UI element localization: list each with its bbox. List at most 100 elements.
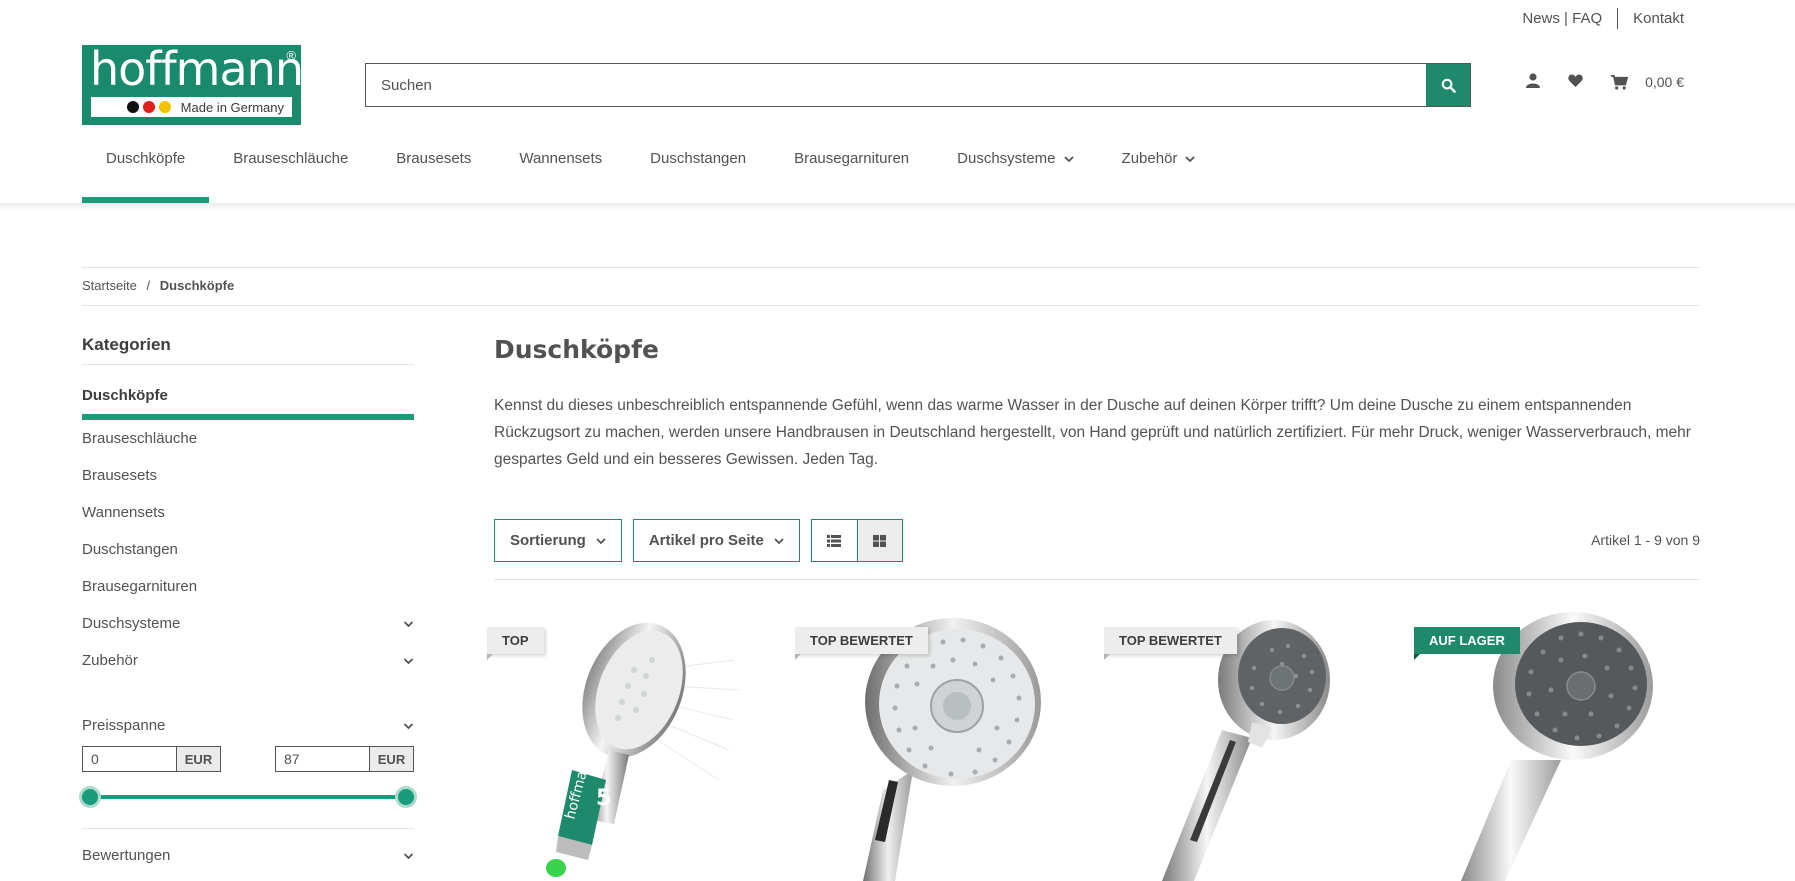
nav-item-brausegarnituren[interactable]: Brausegarnituren xyxy=(770,150,933,203)
ratings-filter-title: Bewertungen xyxy=(82,847,171,864)
nav-item-label: Brausesets xyxy=(396,150,472,167)
user-icon xyxy=(1526,73,1541,88)
product-badge: AUF LAGER xyxy=(1414,627,1520,654)
page-title: Duschköpfe xyxy=(494,335,659,364)
product-badge: TOP xyxy=(487,627,544,654)
wishlist-button[interactable] xyxy=(1568,74,1583,90)
chevron-down-icon xyxy=(596,537,606,544)
search-button[interactable] xyxy=(1426,64,1470,106)
main-content: Duschköpfe xyxy=(494,335,1700,364)
product-toolbar: Sortierung Artikel pro Seite xyxy=(494,519,903,562)
sidebar-item-duschstangen[interactable]: Duschstangen xyxy=(82,531,414,568)
grid-icon xyxy=(873,534,887,547)
nav-item-wannensets[interactable]: Wannensets xyxy=(495,150,626,203)
price-range-slider[interactable] xyxy=(82,788,414,806)
sidebar-item-brauseschlaeuche[interactable]: Brauseschläuche xyxy=(82,420,414,457)
svg-text:5: 5 xyxy=(596,786,611,811)
cart-button[interactable]: 0,00 € xyxy=(1611,74,1684,90)
nav-item-brauseschlaeuche[interactable]: Brauseschläuche xyxy=(209,150,372,203)
divider xyxy=(82,267,1700,268)
chevron-down-icon xyxy=(774,537,784,544)
sidebar-item-duschsysteme[interactable]: Duschsysteme xyxy=(82,605,414,642)
red-dot xyxy=(142,101,155,113)
nav-item-label: Brauseschläuche xyxy=(233,150,349,167)
german-flag-dots xyxy=(126,101,171,113)
slider-handle-max[interactable] xyxy=(398,789,414,805)
sidebar-item-duschkoepfe[interactable]: Duschköpfe xyxy=(82,376,414,420)
price-inputs: 0 EUR 87 EUR xyxy=(82,746,414,772)
price-filter-header[interactable]: Preisspanne xyxy=(82,717,414,734)
sidebar-item-brausesets[interactable]: Brausesets xyxy=(82,457,414,494)
search-icon xyxy=(1441,78,1456,93)
news-faq-link[interactable]: News | FAQ xyxy=(1522,10,1602,27)
product-badge: TOP BEWERTET xyxy=(1104,627,1237,654)
nav-item-label: Brausegarnituren xyxy=(794,150,910,167)
nav-item-duschkoepfe[interactable]: Duschköpfe xyxy=(82,150,210,203)
hoffmann-logo[interactable]: hoffmann ® Made in Germany xyxy=(82,42,304,125)
nav-item-brausesets[interactable]: Brausesets xyxy=(372,150,495,203)
sidebar-item-label: Duschköpfe xyxy=(82,386,168,404)
chevron-down-icon xyxy=(403,852,414,859)
cart-total: 0,00 € xyxy=(1645,74,1684,90)
price-max-value[interactable]: 87 xyxy=(276,747,369,771)
chevron-down-icon[interactable] xyxy=(403,619,414,629)
chevron-down-icon xyxy=(403,722,414,729)
chevron-down-icon[interactable] xyxy=(403,656,414,666)
slider-handle-min[interactable] xyxy=(82,789,98,805)
divider xyxy=(82,305,1700,306)
sidebar-item-label: Brausegarnituren xyxy=(82,578,198,595)
black-dot xyxy=(126,101,139,113)
list-view-button[interactable] xyxy=(812,520,857,561)
logo-wordmark: hoffmann xyxy=(90,42,304,96)
view-toggle xyxy=(810,519,903,562)
article-count: Artikel 1 - 9 von 9 xyxy=(1591,532,1700,548)
currency-label: EUR xyxy=(369,747,413,771)
product-badge: TOP BEWERTET xyxy=(795,627,928,654)
breadcrumb-separator: / xyxy=(146,278,151,293)
per-page-dropdown[interactable]: Artikel pro Seite xyxy=(632,519,800,562)
search-bar xyxy=(365,63,1471,107)
nav-item-duschstangen[interactable]: Duschstangen xyxy=(626,150,770,203)
category-description: Kennst du dieses unbeschreiblich entspan… xyxy=(494,397,1691,468)
price-max-field[interactable]: 87 EUR xyxy=(275,746,414,772)
cart-icon xyxy=(1611,74,1629,90)
nav-item-zubehoer[interactable]: Zubehör xyxy=(1098,150,1220,203)
nav-item-label: Duschköpfe xyxy=(106,150,186,167)
nav-item-label: Duschstangen xyxy=(650,150,747,167)
logo-strip: Made in Germany xyxy=(91,97,292,117)
logo-registered-mark: ® xyxy=(286,48,296,63)
per-page-label: Artikel pro Seite xyxy=(648,532,764,549)
sidebar-item-label: Brausesets xyxy=(82,467,158,484)
top-links: News | FAQ Kontakt xyxy=(1522,8,1684,29)
sort-dropdown[interactable]: Sortierung xyxy=(494,519,622,562)
nav-item-label: Duschsysteme xyxy=(957,150,1056,167)
sidebar-title: Kategorien xyxy=(82,335,414,365)
chevron-down-icon xyxy=(1185,156,1196,163)
divider xyxy=(494,579,1700,580)
price-min-field[interactable]: 0 EUR xyxy=(82,746,221,772)
sidebar-item-zubehoer[interactable]: Zubehör xyxy=(82,642,414,679)
grid-view-button[interactable] xyxy=(856,520,902,561)
sidebar-item-label: Duschstangen xyxy=(82,541,178,558)
currency-label: EUR xyxy=(176,747,220,771)
price-min-value[interactable]: 0 xyxy=(83,747,176,771)
sidebar-item-wannensets[interactable]: Wannensets xyxy=(82,494,414,531)
breadcrumb: Startseite / Duschköpfe xyxy=(82,278,234,293)
account-button[interactable] xyxy=(1526,73,1541,91)
sidebar-item-label: Wannensets xyxy=(82,504,165,521)
ratings-filter[interactable]: Bewertungen xyxy=(82,828,414,864)
divider xyxy=(1617,8,1619,29)
logo-tagline: Made in Germany xyxy=(180,99,284,115)
kontakt-link[interactable]: Kontakt xyxy=(1633,10,1684,27)
header-actions: 0,00 € xyxy=(1526,73,1684,91)
nav-shadow xyxy=(0,203,1795,211)
nav-item-duschsysteme[interactable]: Duschsysteme xyxy=(933,150,1097,203)
heart-icon xyxy=(1568,74,1583,87)
breadcrumb-home[interactable]: Startseite xyxy=(82,278,137,293)
search-input[interactable] xyxy=(366,64,1426,106)
nav-item-label: Zubehör xyxy=(1121,150,1178,167)
sidebar-item-label: Zubehör xyxy=(82,652,138,669)
sort-label: Sortierung xyxy=(510,532,586,549)
sidebar-item-brausegarnituren[interactable]: Brausegarnituren xyxy=(82,568,414,605)
nav-item-label: Wannensets xyxy=(519,150,603,167)
